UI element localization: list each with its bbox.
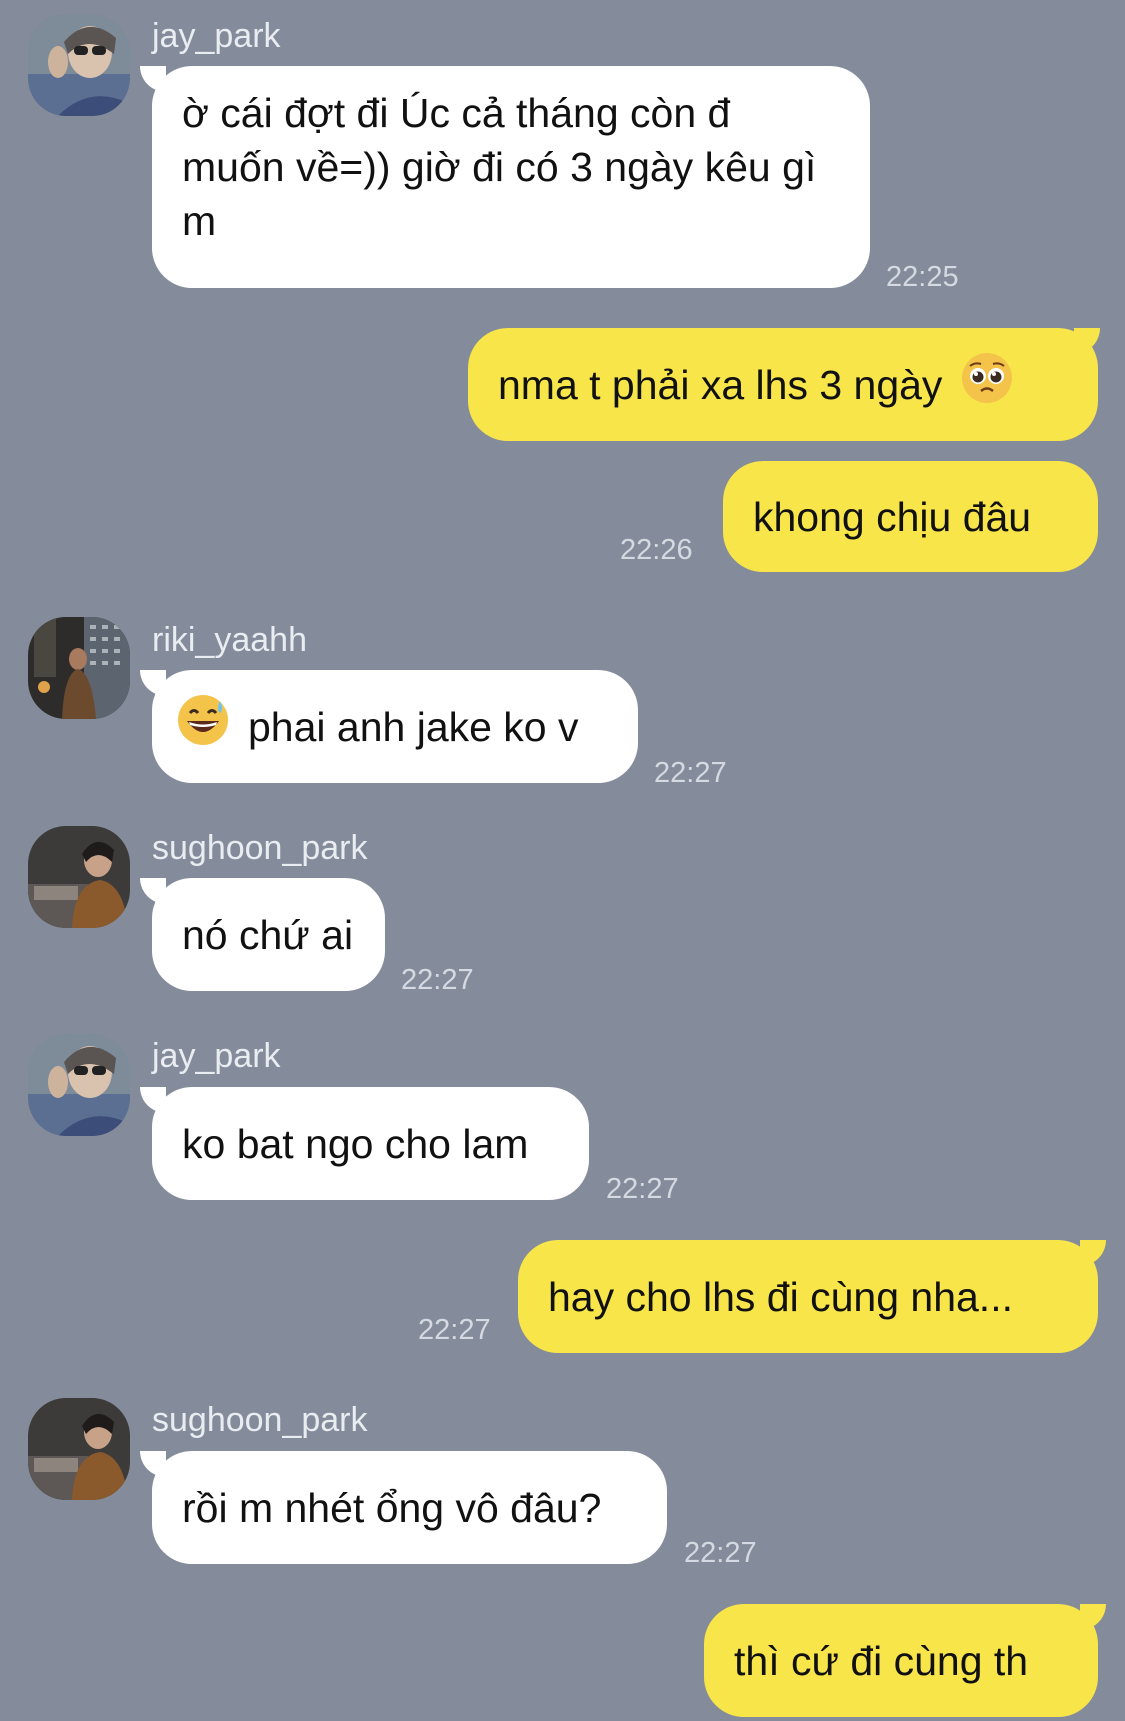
message-bubble[interactable]: ờ cái đợt đi Úc cả tháng còn đ muốn về=)… [152, 66, 870, 288]
avatar[interactable] [28, 14, 130, 116]
message-bubble[interactable]: phai anh jake ko v [152, 670, 638, 783]
message-time: 22:27 [418, 1314, 491, 1346]
message-text: nma t phải xa lhs 3 ngày [498, 361, 943, 408]
message-bubble[interactable]: nó chứ ai [152, 878, 385, 991]
jay-avatar-image [28, 14, 130, 116]
message-time: 22:27 [684, 1537, 757, 1569]
sender-name: sughoon_park [152, 829, 368, 867]
message-time: 22:25 [886, 261, 959, 293]
message-text: ko bat ngo cho lam [182, 1120, 529, 1167]
sughoon-avatar-image [28, 1398, 130, 1500]
message-text: hay cho lhs đi cùng nha... [548, 1273, 1013, 1320]
message-text: ờ cái đợt đi Úc cả tháng còn đ muốn về=)… [182, 90, 817, 244]
avatar[interactable] [28, 617, 130, 719]
pleading-face-emoji [960, 351, 1014, 418]
sender-name: jay_park [152, 1037, 281, 1075]
jay-avatar-image [28, 1034, 130, 1136]
grinning-sweat-emoji [176, 693, 230, 760]
message-bubble[interactable]: hay cho lhs đi cùng nha... [518, 1240, 1098, 1353]
message-bubble[interactable]: rồi m nhét ổng vô đâu? [152, 1451, 667, 1564]
message-text: nó chứ ai [182, 911, 354, 958]
message-bubble[interactable]: thì cứ đi cùng th [704, 1604, 1098, 1717]
message-text: thì cứ đi cùng th [734, 1637, 1029, 1684]
sender-name: jay_park [152, 17, 281, 55]
message-time: 22:27 [606, 1173, 679, 1205]
message-time: 22:27 [401, 964, 474, 996]
message-text: rồi m nhét ổng vô đâu? [182, 1484, 602, 1531]
message-text: khong chịu đâu [753, 493, 1032, 540]
message-bubble[interactable]: ko bat ngo cho lam [152, 1087, 589, 1200]
message-time: 22:27 [654, 757, 727, 789]
message-bubble[interactable]: nma t phải xa lhs 3 ngày [468, 328, 1098, 441]
sughoon-avatar-image [28, 826, 130, 928]
avatar[interactable] [28, 826, 130, 928]
sender-name: sughoon_park [152, 1401, 368, 1439]
message-text: phai anh jake ko v [248, 703, 579, 750]
avatar[interactable] [28, 1398, 130, 1500]
sender-name: riki_yaahh [152, 621, 307, 659]
message-time: 22:26 [620, 534, 693, 566]
message-bubble[interactable]: khong chịu đâu [723, 461, 1098, 572]
avatar[interactable] [28, 1034, 130, 1136]
riki-avatar-image [28, 617, 130, 719]
